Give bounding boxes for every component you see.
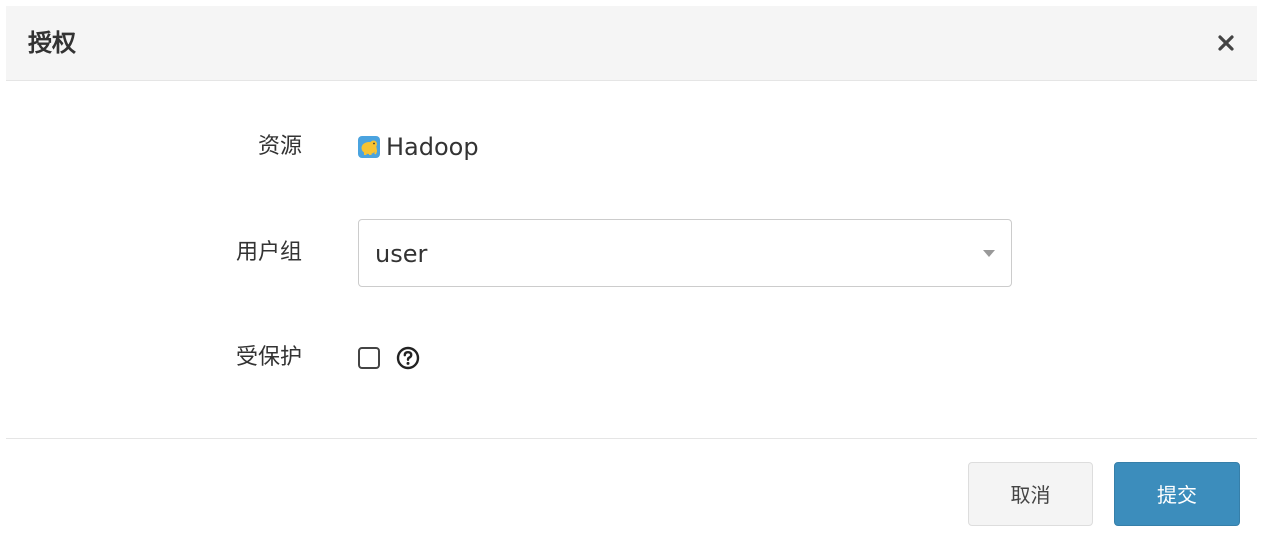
cancel-button[interactable]: 取消 (968, 462, 1093, 526)
protected-label: 受保护 (235, 345, 302, 370)
dialog-header: 授权 (6, 6, 1257, 81)
hadoop-elephant-icon (358, 136, 380, 158)
submit-button[interactable]: 提交 (1114, 462, 1240, 526)
close-icon (1218, 35, 1234, 51)
chevron-down-icon (983, 250, 995, 257)
footer-divider (6, 438, 1257, 439)
question-circle-icon[interactable] (396, 346, 420, 370)
user-group-selected-value: user (375, 240, 428, 268)
protected-checkbox[interactable] (358, 347, 380, 369)
resource-value: Hadoop (358, 132, 479, 162)
resource-label: 资源 (257, 134, 302, 159)
close-button[interactable] (1211, 28, 1241, 58)
authorize-dialog: 授权 资源 Hadoop 用户组 user 受保护 取消 提交 (6, 6, 1257, 544)
user-group-label: 用户组 (235, 240, 302, 265)
user-group-select[interactable]: user (358, 219, 1012, 287)
resource-name: Hadoop (386, 133, 479, 161)
dialog-title: 授权 (28, 29, 76, 57)
